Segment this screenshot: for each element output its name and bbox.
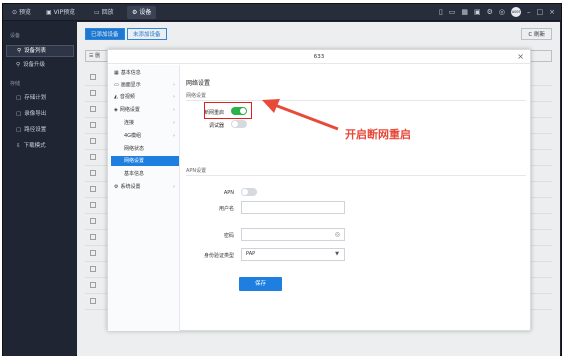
annotation-text: 开启断网重启 <box>345 128 411 141</box>
annotation-arrow <box>262 99 339 131</box>
